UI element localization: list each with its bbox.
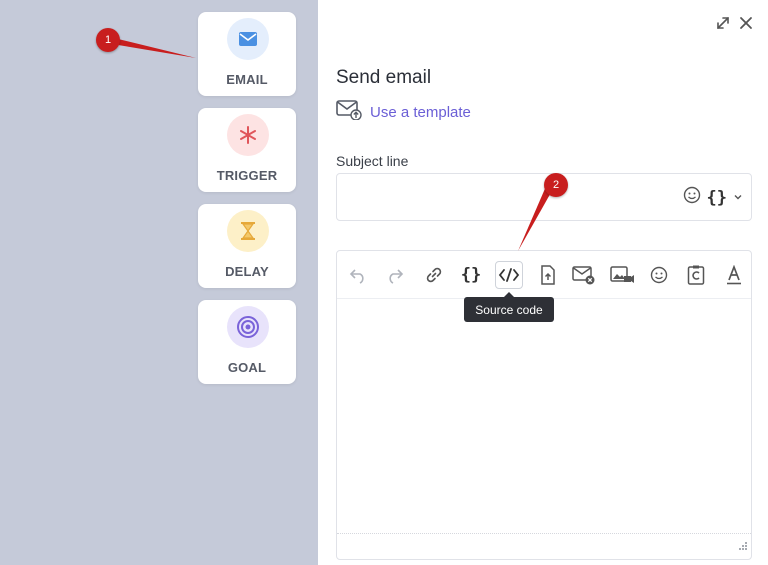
annotation-arrows [112,38,553,251]
annotation-marker-1: 1 [96,28,120,52]
annotation-marker-2: 2 [544,173,568,197]
annotation-arrow-1 [112,38,196,58]
